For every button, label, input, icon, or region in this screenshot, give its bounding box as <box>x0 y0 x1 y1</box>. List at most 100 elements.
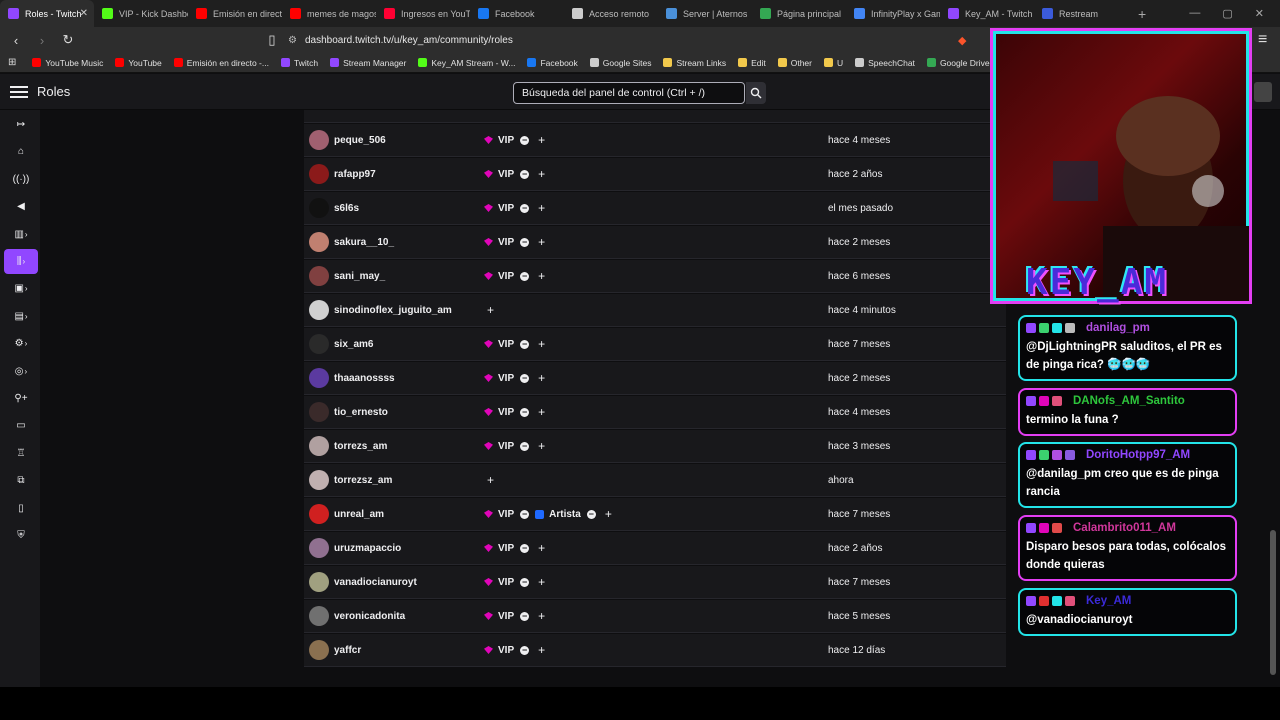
username[interactable]: six_am6 <box>334 339 373 350</box>
avatar[interactable] <box>309 300 329 320</box>
add-role-button[interactable]: + <box>538 405 545 419</box>
browser-tab[interactable]: Facebook <box>470 0 564 27</box>
remove-vip-button[interactable]: − <box>520 577 530 587</box>
avatar[interactable] <box>309 130 329 150</box>
avatar[interactable] <box>309 572 329 592</box>
browser-tab[interactable]: Restream <box>1034 0 1128 27</box>
add-role-button[interactable]: + <box>487 303 494 317</box>
username[interactable]: unreal_am <box>334 509 384 520</box>
url-field[interactable]: ⚙ dashboard.twitch.tv/u/key_am/community… <box>280 29 513 51</box>
bookmark-item[interactable]: Other <box>777 58 812 68</box>
sidebar-item-community[interactable]: ⫼ › <box>4 249 38 274</box>
add-role-button[interactable]: + <box>538 541 545 555</box>
sidebar-item-safety[interactable]: ⛨ <box>4 523 38 548</box>
avatar[interactable] <box>309 470 329 490</box>
close-window-icon[interactable]: ✕ <box>1255 7 1264 20</box>
add-role-button[interactable]: + <box>538 201 545 215</box>
remove-vip-button[interactable]: − <box>520 509 530 519</box>
browser-tab[interactable]: Roles - Twitch ✕ <box>0 0 94 27</box>
username[interactable]: sani_may_ <box>334 271 385 282</box>
username[interactable]: tio_ernesto <box>334 407 388 418</box>
bookmark-item[interactable]: Emisión en directo -... <box>173 58 269 68</box>
bookmark-item[interactable]: Twitch <box>280 58 318 68</box>
remove-vip-button[interactable]: − <box>520 339 530 349</box>
reload-icon[interactable]: ↻ <box>58 32 78 48</box>
sidebar-item-content[interactable]: ▣ › <box>4 276 38 301</box>
add-role-button[interactable]: + <box>538 575 545 589</box>
add-role-button[interactable]: + <box>538 439 545 453</box>
username[interactable]: thaaanossss <box>334 373 395 384</box>
sidebar-item-viewer-rewards[interactable]: ◎ › <box>4 359 38 384</box>
remove-vip-button[interactable]: − <box>520 271 530 281</box>
sidebar-item-broadcast[interactable]: ((·)) <box>4 167 38 192</box>
bookmark-page-icon[interactable]: ▯ <box>262 32 282 48</box>
bookmark-item[interactable]: U <box>824 58 843 68</box>
bookmark-item[interactable]: SpeechChat <box>855 58 915 68</box>
apps-grid-icon[interactable]: ⊞ <box>8 57 16 68</box>
menu-icon[interactable]: ≡ <box>1258 31 1267 49</box>
add-role-button[interactable]: + <box>538 167 545 181</box>
remove-vip-button[interactable]: − <box>520 611 530 621</box>
username[interactable]: sinodinoflex_juguito_am <box>334 305 452 316</box>
forward-icon[interactable]: › <box>32 33 52 48</box>
remove-vip-button[interactable]: − <box>520 169 530 179</box>
sidebar-item-add-user[interactable]: ⚲+ <box>4 386 38 411</box>
bookmark-item[interactable]: YouTube Music <box>32 58 103 68</box>
bookmark-item[interactable]: Stream Manager <box>330 58 406 68</box>
sidebar-item-settings[interactable]: ⚙ › <box>4 331 38 356</box>
avatar[interactable] <box>309 538 329 558</box>
add-role-button[interactable]: + <box>487 473 494 487</box>
avatar[interactable] <box>309 164 329 184</box>
username[interactable]: yaffcr <box>334 645 361 656</box>
site-info-icon[interactable]: ⚙ <box>288 35 297 46</box>
avatar[interactable] <box>309 504 329 524</box>
back-icon[interactable]: ‹ <box>6 33 26 48</box>
tab-close-icon[interactable]: ✕ <box>80 8 88 19</box>
scrollbar-thumb[interactable] <box>1270 530 1276 675</box>
username[interactable]: rafapp97 <box>334 169 376 180</box>
username[interactable]: torrezs_am <box>334 441 387 452</box>
browser-tab[interactable]: Ingresos en YouTube <box>376 0 470 27</box>
minimize-icon[interactable]: — <box>1189 7 1200 20</box>
avatar[interactable] <box>309 232 329 252</box>
bookmark-item[interactable]: YouTube <box>115 58 162 68</box>
remove-vip-button[interactable]: − <box>520 441 530 451</box>
remove-vip-button[interactable]: − <box>520 543 530 553</box>
avatar[interactable] <box>309 402 329 422</box>
bookmark-item[interactable]: Edit <box>738 58 766 68</box>
avatar[interactable] <box>309 606 329 626</box>
brave-shield-icon[interactable]: ◆ <box>958 34 966 47</box>
browser-tab[interactable]: Server | Aternos <box>658 0 752 27</box>
add-role-button[interactable]: + <box>538 371 545 385</box>
remove-vip-button[interactable]: − <box>520 373 530 383</box>
add-role-button[interactable]: + <box>538 609 545 623</box>
new-tab-icon[interactable]: + <box>1128 6 1156 22</box>
add-role-button[interactable]: + <box>538 133 545 147</box>
username[interactable]: vanadiocianuroyt <box>334 577 417 588</box>
sidebar-item-monetization[interactable]: ▤ › <box>4 304 38 329</box>
bookmark-item[interactable]: Facebook <box>527 58 578 68</box>
add-role-button[interactable]: + <box>538 235 545 249</box>
remove-vip-button[interactable]: − <box>520 203 530 213</box>
bookmark-item[interactable]: Google Sites <box>589 58 651 68</box>
hamburger-menu-icon[interactable] <box>10 85 28 98</box>
bookmark-item[interactable]: Stream Links <box>663 58 726 68</box>
sidebar-item-collapse[interactable]: ↦ <box>4 112 38 137</box>
browser-tab[interactable]: InfinityPlay x Gamers <box>846 0 940 27</box>
sidebar-item-achievements[interactable]: ♖ <box>4 441 38 466</box>
browser-tab[interactable]: VIP - Kick Dashboard <box>94 0 188 27</box>
sidebar-item-home[interactable]: ⌂ <box>4 139 38 164</box>
avatar[interactable] <box>309 640 329 660</box>
username[interactable]: uruzmapaccio <box>334 543 401 554</box>
browser-tab[interactable]: Key_AM - Twitch <box>940 0 1034 27</box>
dashboard-search-input[interactable]: Búsqueda del panel de control (Ctrl + /) <box>513 82 745 104</box>
browser-tab[interactable]: Página principal <box>752 0 846 27</box>
search-button[interactable] <box>746 82 766 104</box>
remove-vip-button[interactable]: − <box>520 135 530 145</box>
browser-tab[interactable]: Emisión en directo <box>188 0 282 27</box>
sidebar-item-learn[interactable]: ▯ <box>4 496 38 521</box>
bookmark-item[interactable]: Key_AM Stream - W... <box>418 58 515 68</box>
avatar[interactable] <box>309 334 329 354</box>
remove-vip-button[interactable]: − <box>520 645 530 655</box>
sidebar-item-analytics[interactable]: ▥ › <box>4 222 38 247</box>
